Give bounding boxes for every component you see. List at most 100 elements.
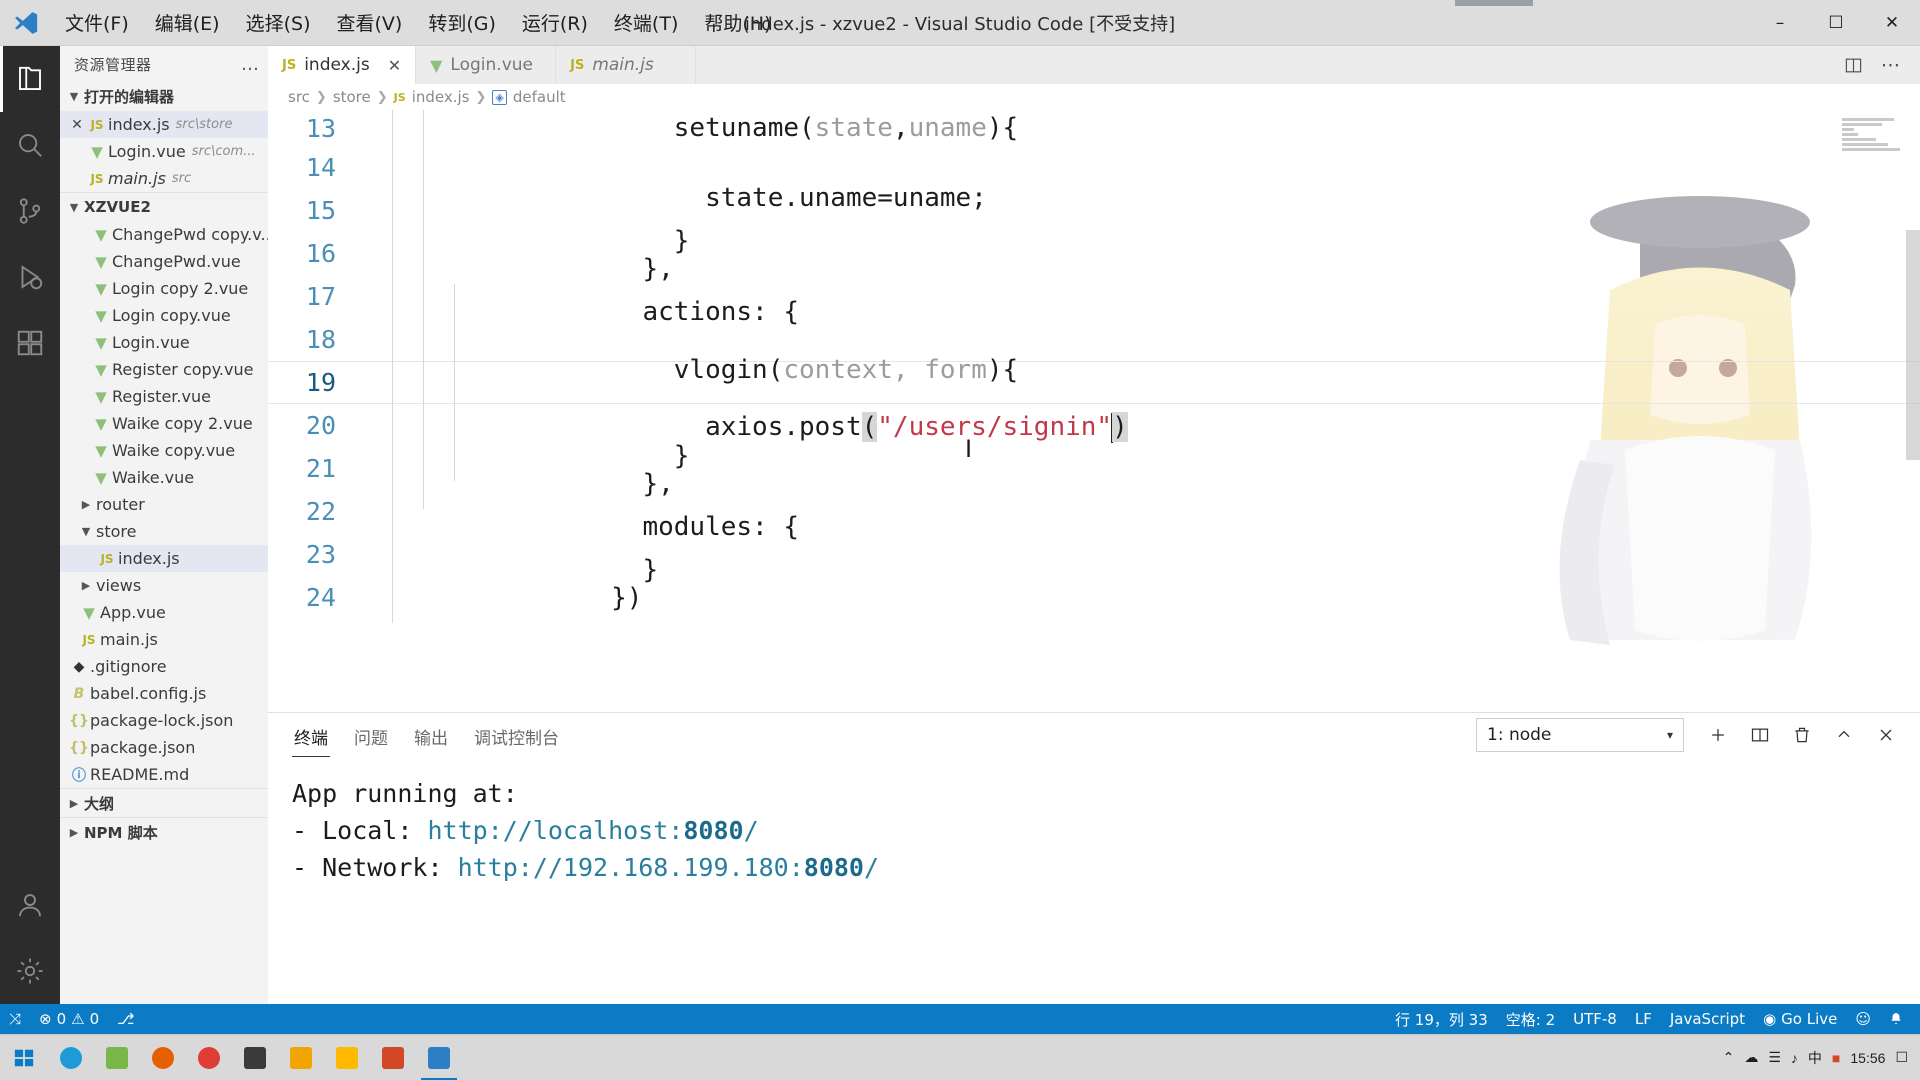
tree-item[interactable]: ▼ Waike.vue xyxy=(60,464,268,491)
tab-output[interactable]: 输出 xyxy=(412,714,450,757)
source-control-icon[interactable] xyxy=(0,178,60,244)
tree-item-app-vue[interactable]: ▼ App.vue xyxy=(60,599,268,626)
taskbar-notepad-icon[interactable] xyxy=(278,1035,324,1080)
local-url[interactable]: http://localhost: xyxy=(427,816,683,845)
tree-item[interactable]: ▼ ChangePwd copy.v... xyxy=(60,221,268,248)
cursor-position[interactable]: 行 19，列 33 xyxy=(1386,1004,1497,1034)
taskbar-powerpoint-icon[interactable] xyxy=(370,1035,416,1080)
settings-gear-icon[interactable] xyxy=(0,938,60,1004)
tree-folder-store[interactable]: ▼ store xyxy=(60,518,268,545)
menu-file[interactable]: 文件(F) xyxy=(52,0,142,46)
menu-view[interactable]: 查看(V) xyxy=(324,0,416,46)
tree-item-package-json[interactable]: {} package.json xyxy=(60,734,268,761)
section-npm-scripts[interactable]: ▶ NPM 脚本 xyxy=(60,817,268,846)
minimize-button[interactable]: – xyxy=(1752,0,1808,46)
open-editor-login-vue[interactable]: ▼ Login.vue src\com... xyxy=(60,138,268,165)
tab-login-vue[interactable]: ▼ Login.vue xyxy=(416,46,557,84)
terminal-output[interactable]: App running at: - Local: http://localhos… xyxy=(268,757,1920,1004)
close-panel-icon[interactable] xyxy=(1866,715,1906,755)
sidebar-more-icon[interactable]: … xyxy=(241,54,260,75)
start-button[interactable] xyxy=(0,1035,48,1080)
tree-item-babel-config[interactable]: B babel.config.js xyxy=(60,680,268,707)
taskbar-edge-icon[interactable] xyxy=(48,1035,94,1080)
tab-problems[interactable]: 问题 xyxy=(352,714,390,757)
kill-terminal-icon[interactable] xyxy=(1782,715,1822,755)
terminal-selector[interactable]: 1: node ▾ xyxy=(1476,718,1684,752)
run-debug-icon[interactable] xyxy=(0,244,60,310)
tab-terminal[interactable]: 终端 xyxy=(292,714,330,757)
breadcrumb-default[interactable]: default xyxy=(513,88,566,106)
explorer-icon[interactable] xyxy=(0,46,60,112)
menu-run[interactable]: 运行(R) xyxy=(509,0,601,46)
maximize-panel-icon[interactable] xyxy=(1824,715,1864,755)
taskbar-app-green-icon[interactable] xyxy=(94,1035,140,1080)
indentation[interactable]: 空格: 2 xyxy=(1497,1004,1564,1034)
menu-selection[interactable]: 选择(S) xyxy=(233,0,324,46)
breadcrumb-store[interactable]: store xyxy=(333,88,371,106)
open-editor-main-js[interactable]: JS main.js src xyxy=(60,165,268,192)
problems-errors[interactable]: ⊗ 0 ⚠ 0 xyxy=(30,1004,108,1034)
breadcrumb-index-js[interactable]: index.js xyxy=(412,88,470,106)
tray-network-icon[interactable]: ☰ xyxy=(1768,1049,1781,1066)
search-icon[interactable] xyxy=(0,112,60,178)
tree-item[interactable]: ▼ Login.vue xyxy=(60,329,268,356)
code-editor[interactable]: 13 setuname(state,uname){ 14 state.uname… xyxy=(268,110,1920,712)
tree-item[interactable]: ▼ Register copy.vue xyxy=(60,356,268,383)
tree-folder-views[interactable]: ▶ views xyxy=(60,572,268,599)
breadcrumb-src[interactable]: src xyxy=(288,88,310,106)
tray-action-center-icon[interactable]: ☐ xyxy=(1895,1049,1908,1066)
taskbar-terminal-icon[interactable] xyxy=(232,1035,278,1080)
more-actions-icon[interactable]: ⋯ xyxy=(1874,46,1908,84)
notifications-icon[interactable] xyxy=(1880,1004,1912,1034)
menu-go[interactable]: 转到(G) xyxy=(415,0,509,46)
tree-item[interactable]: ▼ Login copy.vue xyxy=(60,302,268,329)
taskbar-clock[interactable]: 15:56 xyxy=(1850,1050,1885,1066)
open-editor-index-js[interactable]: ✕ JS index.js src\store xyxy=(60,111,268,138)
maximize-button[interactable]: ☐ xyxy=(1808,0,1864,46)
tree-item-readme[interactable]: ⓘ README.md xyxy=(60,761,268,788)
ports-icon[interactable]: ⎇ xyxy=(108,1004,143,1034)
new-terminal-icon[interactable] xyxy=(1698,715,1738,755)
menu-help[interactable]: 帮助(H) xyxy=(691,0,784,46)
tree-item-gitignore[interactable]: ◆ .gitignore xyxy=(60,653,268,680)
tree-item[interactable]: ▼ Login copy 2.vue xyxy=(60,275,268,302)
account-icon[interactable] xyxy=(0,872,60,938)
menu-terminal[interactable]: 终端(T) xyxy=(601,0,691,46)
editor-scrollbar[interactable] xyxy=(1906,230,1920,460)
remote-window-icon[interactable]: ⤨ xyxy=(0,1004,30,1034)
taskbar-explorer-icon[interactable] xyxy=(324,1035,370,1080)
tray-ime-icon[interactable]: 中 xyxy=(1808,1048,1822,1068)
tree-item[interactable]: ▼ Waike copy 2.vue xyxy=(60,410,268,437)
eol[interactable]: LF xyxy=(1626,1004,1661,1034)
go-live-button[interactable]: ◉ Go Live xyxy=(1754,1004,1846,1034)
tree-folder-router[interactable]: ▶ router xyxy=(60,491,268,518)
taskbar-vscode-icon[interactable] xyxy=(416,1035,462,1080)
extensions-icon[interactable] xyxy=(0,310,60,376)
section-outline[interactable]: ▶ 大纲 xyxy=(60,788,268,817)
tree-item[interactable]: ▼ Waike copy.vue xyxy=(60,437,268,464)
tree-item[interactable]: ▼ Register.vue xyxy=(60,383,268,410)
close-icon[interactable]: ✕ xyxy=(388,56,401,75)
tree-item-index-js[interactable]: JS index.js xyxy=(60,545,268,572)
tree-item[interactable]: ▼ ChangePwd.vue xyxy=(60,248,268,275)
tab-index-js[interactable]: JS index.js ✕ xyxy=(268,46,417,84)
tree-item-main-js[interactable]: JS main.js xyxy=(60,626,268,653)
encoding[interactable]: UTF-8 xyxy=(1564,1004,1626,1034)
tray-expand-icon[interactable]: ⌃ xyxy=(1723,1049,1735,1066)
menu-edit[interactable]: 编辑(E) xyxy=(142,0,233,46)
section-open-editors[interactable]: ▼ 打开的编辑器 xyxy=(60,82,268,111)
language-mode[interactable]: JavaScript xyxy=(1661,1004,1754,1034)
tab-main-js[interactable]: JS main.js xyxy=(556,46,697,84)
tree-item-package-lock[interactable]: {} package-lock.json xyxy=(60,707,268,734)
tray-volume-icon[interactable]: ♪ xyxy=(1791,1050,1798,1066)
close-icon[interactable]: ✕ xyxy=(68,117,86,133)
network-url[interactable]: http://192.168.199.180: xyxy=(458,853,804,882)
split-editor-icon[interactable] xyxy=(1836,46,1870,84)
feedback-icon[interactable]: ☺ xyxy=(1846,1004,1880,1034)
split-terminal-icon[interactable] xyxy=(1740,715,1780,755)
taskbar-firefox-icon[interactable] xyxy=(140,1035,186,1080)
section-project-root[interactable]: ▼ XZVUE2 xyxy=(60,192,268,221)
close-button[interactable]: ✕ xyxy=(1864,0,1920,46)
tray-onedrive-icon[interactable]: ☁ xyxy=(1744,1049,1758,1066)
tray-app-icon[interactable]: ■ xyxy=(1832,1050,1840,1066)
